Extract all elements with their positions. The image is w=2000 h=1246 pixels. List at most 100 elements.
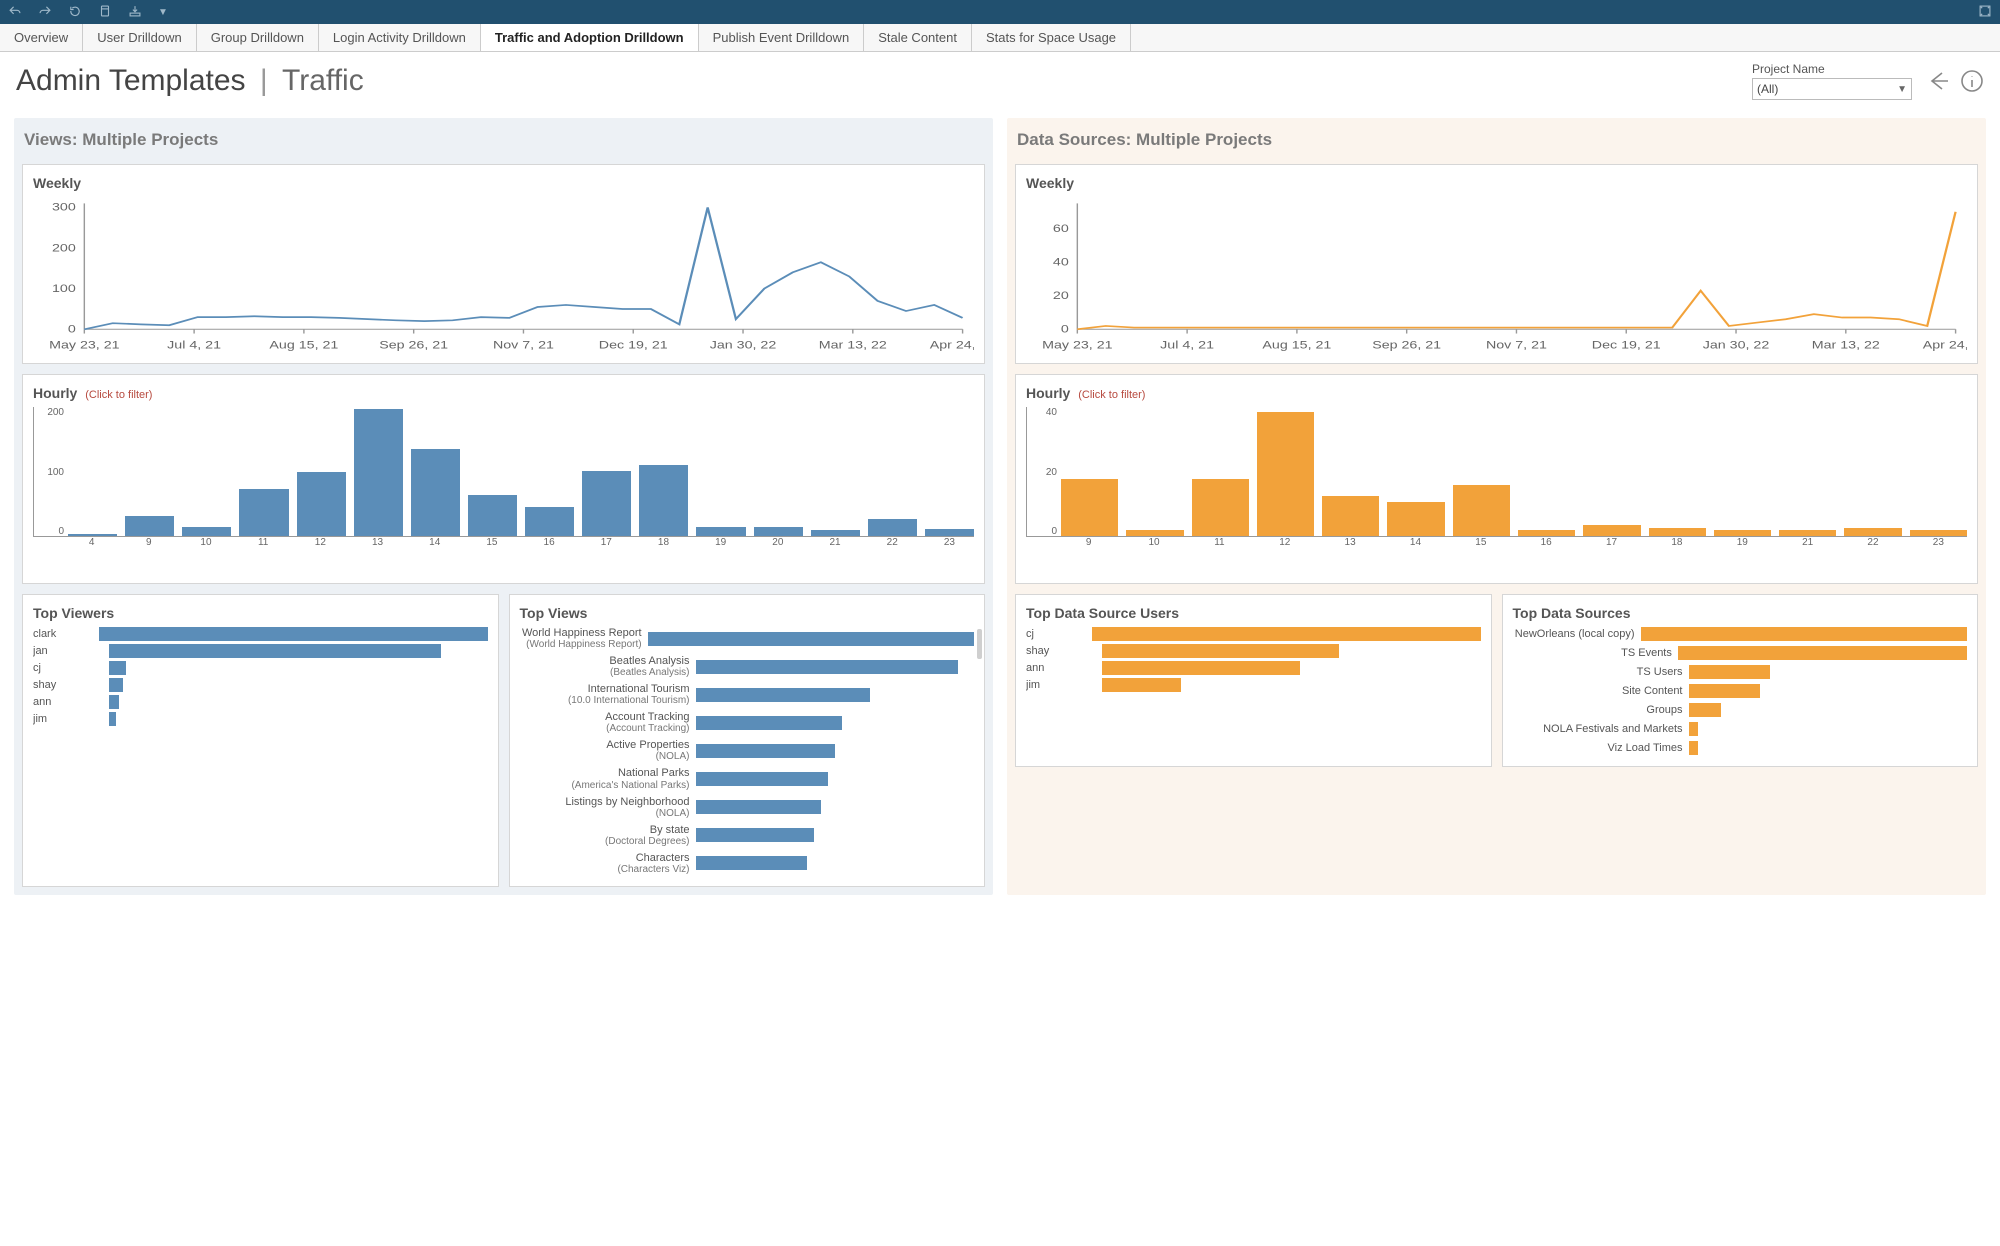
- bar-22[interactable]: [868, 519, 917, 537]
- bar-20[interactable]: [754, 527, 803, 536]
- bar-23[interactable]: [1910, 530, 1967, 536]
- hbar-row[interactable]: TS Users: [1513, 665, 1968, 679]
- bar-21[interactable]: [1779, 530, 1836, 536]
- hbar-row[interactable]: Characters(Characters Viz): [520, 852, 975, 875]
- top-views-chart[interactable]: World Happiness Report(World Happiness R…: [520, 627, 975, 875]
- hbar-row[interactable]: NewOrleans (local copy): [1513, 627, 1968, 641]
- hbar-row[interactable]: Listings by Neighborhood(NOLA): [520, 796, 975, 819]
- views-weekly-card[interactable]: Weekly 0100200300May 23, 21Jul 4, 21Aug …: [22, 164, 985, 364]
- top-viewers-title: Top Viewers: [33, 605, 488, 621]
- bar-21[interactable]: [811, 530, 860, 536]
- svg-text:Dec 19, 21: Dec 19, 21: [1592, 339, 1661, 351]
- hbar-row[interactable]: By state(Doctoral Degrees): [520, 824, 975, 847]
- bar-10[interactable]: [182, 527, 231, 536]
- bar-11[interactable]: [1192, 479, 1249, 536]
- top-ds-chart[interactable]: NewOrleans (local copy) TS Events TS Use…: [1513, 627, 1968, 755]
- hbar-row[interactable]: cj: [33, 661, 488, 675]
- top-views-card[interactable]: Top Views World Happiness Report(World H…: [509, 594, 986, 887]
- bar-13[interactable]: [354, 409, 403, 537]
- views-hourly-card[interactable]: Hourly (Click to filter) 2001000: [22, 374, 985, 584]
- page-name: Traffic: [282, 64, 364, 97]
- undo-icon[interactable]: [8, 4, 22, 21]
- bar-15[interactable]: [468, 495, 517, 536]
- views-weekly-chart[interactable]: 0100200300May 23, 21Jul 4, 21Aug 15, 21S…: [33, 197, 974, 357]
- bar-18[interactable]: [1649, 528, 1706, 536]
- bar-19[interactable]: [696, 527, 745, 536]
- tab-group-drilldown[interactable]: Group Drilldown: [197, 24, 319, 51]
- tab-overview[interactable]: Overview: [0, 24, 83, 51]
- bar-14[interactable]: [1387, 502, 1444, 536]
- filter-select[interactable]: (All) ▼: [1752, 78, 1912, 100]
- info-icon[interactable]: [1960, 69, 1984, 93]
- redo-icon[interactable]: [38, 4, 52, 21]
- svg-text:Jul 4, 21: Jul 4, 21: [167, 339, 221, 351]
- top-viewers-chart[interactable]: clark jan cj shay ann jim: [33, 627, 488, 726]
- hbar-row[interactable]: National Parks(America's National Parks): [520, 767, 975, 790]
- revert-icon[interactable]: [68, 4, 82, 21]
- bar-9[interactable]: [125, 516, 174, 536]
- hbar-row[interactable]: International Tourism(10.0 International…: [520, 683, 975, 706]
- fullscreen-icon[interactable]: [1978, 4, 1992, 21]
- svg-text:May 23, 21: May 23, 21: [1042, 339, 1112, 351]
- bar-17[interactable]: [582, 471, 631, 536]
- hbar-row[interactable]: Active Properties(NOLA): [520, 739, 975, 762]
- hbar-row[interactable]: Site Content: [1513, 684, 1968, 698]
- top-ds-users-chart[interactable]: cj shay ann jim: [1026, 627, 1481, 692]
- tab-user-drilldown[interactable]: User Drilldown: [83, 24, 197, 51]
- bar-16[interactable]: [525, 507, 574, 536]
- svg-text:Apr 24, 22: Apr 24, 22: [930, 339, 974, 351]
- hbar-row[interactable]: jim: [33, 712, 488, 726]
- top-ds-card[interactable]: Top Data Sources NewOrleans (local copy)…: [1502, 594, 1979, 767]
- bar-13[interactable]: [1322, 496, 1379, 536]
- tab-stale-content[interactable]: Stale Content: [864, 24, 972, 51]
- hbar-row[interactable]: Viz Load Times: [1513, 741, 1968, 755]
- bar-23[interactable]: [925, 529, 974, 537]
- bar-14[interactable]: [411, 449, 460, 537]
- hbar-row[interactable]: shay: [33, 678, 488, 692]
- hbar-row[interactable]: Groups: [1513, 703, 1968, 717]
- views-hourly-chart[interactable]: 2001000 4: [33, 407, 974, 577]
- ds-hourly-card[interactable]: Hourly (Click to filter) 40200: [1015, 374, 1978, 584]
- tab-login-activity-drilldown[interactable]: Login Activity Drilldown: [319, 24, 481, 51]
- hbar-row[interactable]: World Happiness Report(World Happiness R…: [520, 627, 975, 650]
- hbar-row[interactable]: shay: [1026, 644, 1481, 658]
- bar-16[interactable]: [1518, 530, 1575, 536]
- hbar-row[interactable]: TS Events: [1513, 646, 1968, 660]
- tab-traffic-and-adoption-drilldown[interactable]: Traffic and Adoption Drilldown: [481, 24, 699, 51]
- bar-15[interactable]: [1453, 485, 1510, 536]
- title-row: Admin Templates | Traffic Project Name (…: [0, 52, 2000, 110]
- bar-12[interactable]: [297, 472, 346, 536]
- back-arrow-icon[interactable]: [1926, 69, 1950, 93]
- ds-weekly-card[interactable]: Weekly 0204060May 23, 21Jul 4, 21Aug 15,…: [1015, 164, 1978, 364]
- svg-text:Sep 26, 21: Sep 26, 21: [1372, 339, 1441, 351]
- bar-10[interactable]: [1126, 530, 1183, 536]
- top-viewers-card[interactable]: Top Viewers clark jan cj shay ann jim: [22, 594, 499, 887]
- hbar-row[interactable]: jan: [33, 644, 488, 658]
- top-ds-users-card[interactable]: Top Data Source Users cj shay ann jim: [1015, 594, 1492, 767]
- download-icon[interactable]: [128, 4, 142, 21]
- hbar-row[interactable]: ann: [1026, 661, 1481, 675]
- bar-19[interactable]: [1714, 530, 1771, 536]
- workbook-name: Admin Templates: [16, 64, 246, 97]
- ds-weekly-chart[interactable]: 0204060May 23, 21Jul 4, 21Aug 15, 21Sep …: [1026, 197, 1967, 357]
- bar-4[interactable]: [68, 534, 117, 536]
- hbar-row[interactable]: NOLA Festivals and Markets: [1513, 722, 1968, 736]
- hbar-row[interactable]: cj: [1026, 627, 1481, 641]
- bar-18[interactable]: [639, 465, 688, 536]
- ds-hourly-chart[interactable]: 40200 910111213141516171819212223: [1026, 407, 1967, 577]
- bar-22[interactable]: [1844, 528, 1901, 536]
- hbar-row[interactable]: Beatles Analysis(Beatles Analysis): [520, 655, 975, 678]
- bar-9[interactable]: [1061, 479, 1118, 536]
- scrollbar-thumb[interactable]: [977, 629, 982, 659]
- tab-publish-event-drilldown[interactable]: Publish Event Drilldown: [699, 24, 865, 51]
- bar-11[interactable]: [239, 489, 288, 537]
- tab-stats-for-space-usage[interactable]: Stats for Space Usage: [972, 24, 1131, 51]
- hbar-row[interactable]: Account Tracking(Account Tracking): [520, 711, 975, 734]
- bar-12[interactable]: [1257, 412, 1314, 536]
- hbar-row[interactable]: jim: [1026, 678, 1481, 692]
- hbar-row[interactable]: ann: [33, 695, 488, 709]
- hbar-row[interactable]: clark: [33, 627, 488, 641]
- bar-17[interactable]: [1583, 525, 1640, 536]
- caret-icon[interactable]: ▼: [158, 7, 168, 18]
- save-icon[interactable]: [98, 4, 112, 21]
